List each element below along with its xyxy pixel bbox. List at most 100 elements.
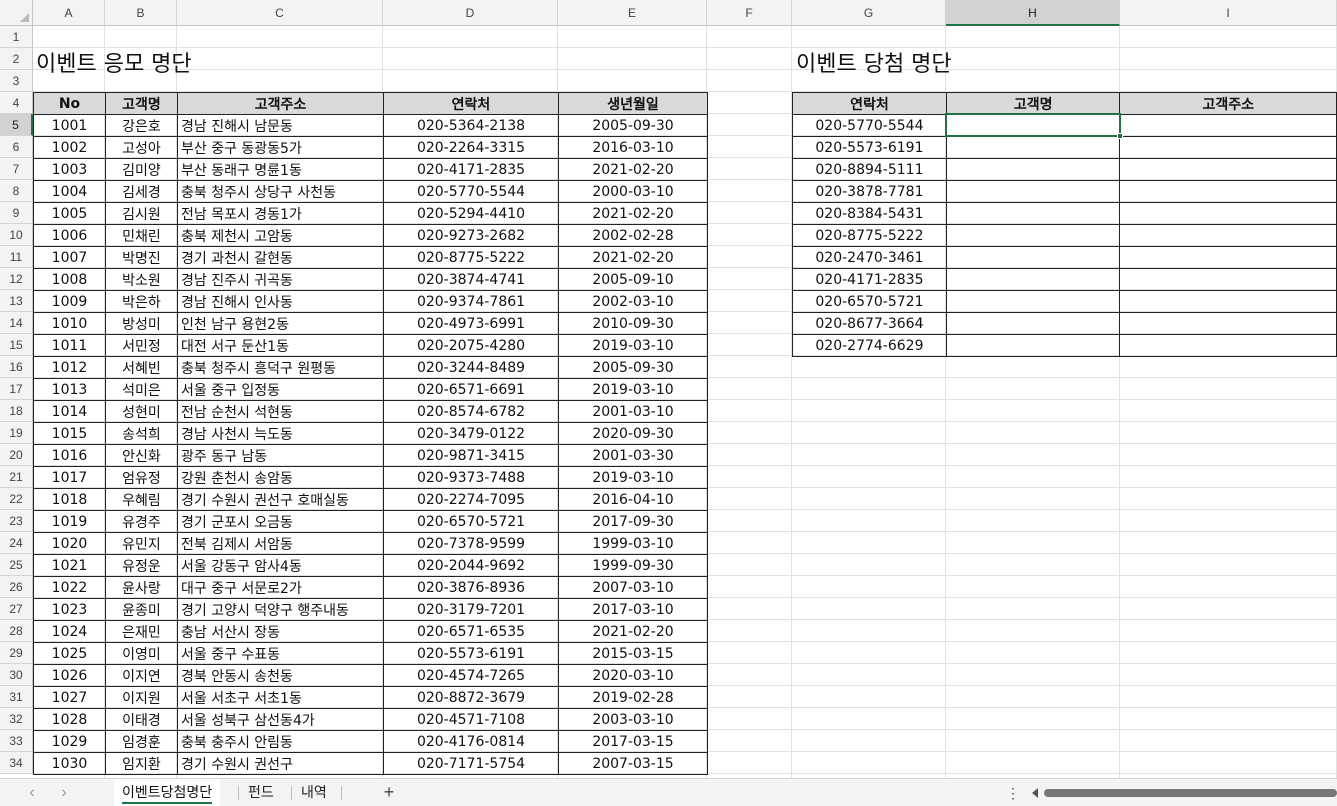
table-cell[interactable]: 020-3244-8489 bbox=[383, 356, 559, 379]
table-cell[interactable]: 전남 순천시 석현동 bbox=[177, 400, 384, 423]
table-cell[interactable]: 1019 bbox=[33, 510, 106, 533]
sheet-tab[interactable]: 이벤트당첨명단 bbox=[114, 779, 221, 806]
table-cell[interactable]: 2007-03-10 bbox=[558, 576, 708, 599]
table-cell[interactable]: 민채린 bbox=[105, 224, 178, 247]
table-cell[interactable] bbox=[945, 312, 1121, 335]
row-header[interactable]: 17 bbox=[0, 378, 33, 400]
table-cell[interactable]: 경남 진해시 남문동 bbox=[177, 114, 384, 137]
table-cell[interactable]: 1012 bbox=[33, 356, 106, 379]
table-cell[interactable]: 020-3874-4741 bbox=[383, 268, 559, 291]
row-header[interactable]: 3 bbox=[0, 70, 33, 92]
table-cell[interactable]: 1028 bbox=[33, 708, 106, 731]
row-header[interactable]: 11 bbox=[0, 246, 33, 268]
table-cell[interactable] bbox=[945, 334, 1121, 357]
row-header[interactable]: 27 bbox=[0, 598, 33, 620]
table-cell[interactable]: 020-4171-2835 bbox=[383, 158, 559, 181]
table-cell[interactable]: 020-3878-7781 bbox=[792, 180, 947, 203]
table-cell[interactable]: 인천 남구 용현2동 bbox=[177, 312, 384, 335]
table-cell[interactable]: 부산 중구 동광동5가 bbox=[177, 136, 384, 159]
table-cell[interactable]: 석미은 bbox=[105, 378, 178, 401]
table-cell[interactable]: 이영미 bbox=[105, 642, 178, 665]
table-cell[interactable] bbox=[1119, 312, 1337, 335]
table-cell[interactable]: 윤사랑 bbox=[105, 576, 178, 599]
table-cell[interactable]: 충북 청주시 상당구 사천동 bbox=[177, 180, 384, 203]
table-cell[interactable] bbox=[1119, 224, 1337, 247]
table-cell[interactable]: 송석희 bbox=[105, 422, 178, 445]
table-cell[interactable]: 유정운 bbox=[105, 554, 178, 577]
table-cell[interactable]: 박명진 bbox=[105, 246, 178, 269]
table-cell[interactable]: 경남 진해시 인사동 bbox=[177, 290, 384, 313]
table-cell[interactable]: 1022 bbox=[33, 576, 106, 599]
active-cell-selection[interactable] bbox=[945, 113, 1121, 137]
table-cell[interactable]: 1006 bbox=[33, 224, 106, 247]
table-cell[interactable]: 2015-03-15 bbox=[558, 642, 708, 665]
column-header-i[interactable]: I bbox=[1120, 0, 1337, 26]
column-header-cell[interactable]: 연락처 bbox=[383, 92, 559, 115]
table-cell[interactable]: 1016 bbox=[33, 444, 106, 467]
row-header[interactable]: 10 bbox=[0, 224, 33, 246]
table-cell[interactable]: 2017-03-15 bbox=[558, 730, 708, 753]
table-cell[interactable]: 1999-03-10 bbox=[558, 532, 708, 555]
table-cell[interactable]: 1002 bbox=[33, 136, 106, 159]
table-cell[interactable]: 2021-02-20 bbox=[558, 202, 708, 225]
table-cell[interactable]: 박은하 bbox=[105, 290, 178, 313]
table-cell[interactable] bbox=[945, 202, 1121, 225]
column-header-cell[interactable]: 고객주소 bbox=[1119, 92, 1337, 115]
table-cell[interactable]: 020-5294-4410 bbox=[383, 202, 559, 225]
row-header[interactable]: 6 bbox=[0, 136, 33, 158]
table-cell[interactable]: 020-9273-2682 bbox=[383, 224, 559, 247]
table-cell[interactable] bbox=[945, 246, 1121, 269]
table-cell[interactable]: 유민지 bbox=[105, 532, 178, 555]
table-cell[interactable]: 2021-02-20 bbox=[558, 158, 708, 181]
fill-handle[interactable] bbox=[1117, 133, 1123, 139]
table-cell[interactable]: 2019-03-10 bbox=[558, 334, 708, 357]
column-header-g[interactable]: G bbox=[792, 0, 946, 26]
table-cell[interactable]: 1026 bbox=[33, 664, 106, 687]
row-header[interactable]: 22 bbox=[0, 488, 33, 510]
table-cell[interactable]: 020-8894-5111 bbox=[792, 158, 947, 181]
sheet-tab[interactable]: 내역 bbox=[293, 779, 335, 806]
table-cell[interactable]: 충북 청주시 흥덕구 원평동 bbox=[177, 356, 384, 379]
table-cell[interactable]: 020-2774-6629 bbox=[792, 334, 947, 357]
table-cell[interactable] bbox=[1119, 114, 1337, 137]
table-cell[interactable]: 경기 수원시 권선구 bbox=[177, 752, 384, 775]
table-cell[interactable]: 1011 bbox=[33, 334, 106, 357]
row-header[interactable]: 16 bbox=[0, 356, 33, 378]
column-header-h[interactable]: H bbox=[946, 0, 1120, 26]
table-cell[interactable] bbox=[945, 290, 1121, 313]
table-cell[interactable]: 020-6571-6535 bbox=[383, 620, 559, 643]
row-header[interactable]: 28 bbox=[0, 620, 33, 642]
table-cell[interactable]: 성현미 bbox=[105, 400, 178, 423]
scrollbar-thumb[interactable] bbox=[1044, 789, 1337, 797]
row-header[interactable]: 4 bbox=[0, 92, 33, 114]
table-cell[interactable] bbox=[1119, 290, 1337, 313]
row-header[interactable]: 19 bbox=[0, 422, 33, 444]
table-cell[interactable]: 광주 동구 남동 bbox=[177, 444, 384, 467]
table-cell[interactable]: 은재민 bbox=[105, 620, 178, 643]
table-cell[interactable]: 1003 bbox=[33, 158, 106, 181]
table-cell[interactable]: 이지연 bbox=[105, 664, 178, 687]
column-header-cell[interactable]: No bbox=[33, 92, 106, 115]
select-all-corner[interactable] bbox=[0, 0, 33, 26]
table-cell[interactable]: 020-4171-2835 bbox=[792, 268, 947, 291]
table-cell[interactable]: 강은호 bbox=[105, 114, 178, 137]
table-cell[interactable]: 2000-03-10 bbox=[558, 180, 708, 203]
table-cell[interactable]: 1024 bbox=[33, 620, 106, 643]
table-cell[interactable]: 경남 진주시 귀곡동 bbox=[177, 268, 384, 291]
table-cell[interactable]: 1004 bbox=[33, 180, 106, 203]
table-cell[interactable]: 1021 bbox=[33, 554, 106, 577]
table-cell[interactable]: 020-2264-3315 bbox=[383, 136, 559, 159]
table-cell[interactable]: 2005-09-30 bbox=[558, 356, 708, 379]
table-cell[interactable] bbox=[945, 136, 1121, 159]
column-header-cell[interactable]: 고객명 bbox=[105, 92, 178, 115]
column-header-f[interactable]: F bbox=[707, 0, 792, 26]
table-cell[interactable]: 2017-03-10 bbox=[558, 598, 708, 621]
row-header[interactable]: 13 bbox=[0, 290, 33, 312]
row-header[interactable]: 26 bbox=[0, 576, 33, 598]
table-cell[interactable]: 020-8775-5222 bbox=[383, 246, 559, 269]
table-cell[interactable] bbox=[945, 158, 1121, 181]
row-header[interactable]: 30 bbox=[0, 664, 33, 686]
table-cell[interactable]: 020-4574-7265 bbox=[383, 664, 559, 687]
table-cell[interactable] bbox=[945, 268, 1121, 291]
table-cell[interactable]: 1023 bbox=[33, 598, 106, 621]
